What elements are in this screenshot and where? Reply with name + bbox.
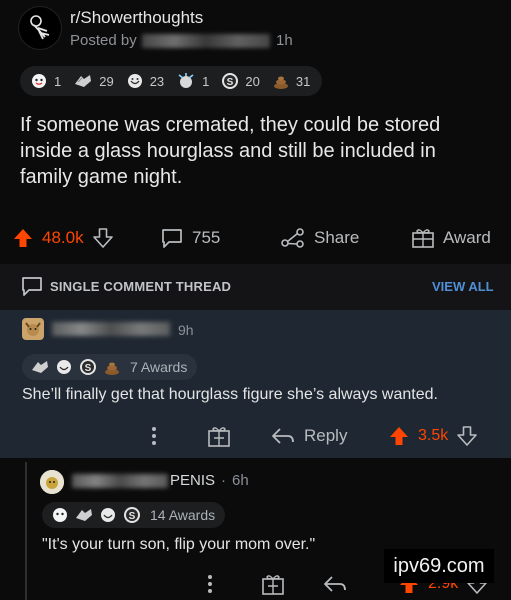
award-button[interactable] bbox=[206, 418, 232, 454]
comment-awards-bar[interactable]: S 7 Awards bbox=[22, 354, 198, 380]
comment-bubble-icon bbox=[162, 229, 182, 248]
award-count: 1 bbox=[54, 73, 62, 89]
poop-icon bbox=[272, 71, 290, 91]
helpful-hands-icon bbox=[73, 71, 93, 91]
award-label: Award bbox=[443, 228, 491, 247]
post-age: 1h bbox=[276, 32, 293, 49]
share-button[interactable]: Share bbox=[280, 220, 359, 256]
post-awards-bar[interactable]: 1 29 23 1 S 20 31 bbox=[20, 66, 322, 96]
wholesome-seal-icon bbox=[50, 505, 70, 525]
share-label: Share bbox=[314, 228, 360, 247]
downvote-arrow-icon[interactable] bbox=[456, 425, 478, 447]
subreddit-avatar[interactable] bbox=[18, 6, 62, 50]
silver-icon: S bbox=[78, 357, 98, 377]
downvote-arrow-icon[interactable] bbox=[92, 227, 114, 249]
comment-meta: PENIS · 6h bbox=[170, 472, 249, 489]
award-count: 31 bbox=[295, 73, 311, 89]
award-count: 1 bbox=[202, 73, 210, 89]
thread-label: SINGLE COMMENT THREAD bbox=[50, 279, 232, 294]
face-award-icon bbox=[98, 505, 118, 525]
post-title[interactable]: If someone was cremated, they could be s… bbox=[20, 112, 490, 190]
comment-body: She’ll finally get that hourglass figure… bbox=[22, 386, 438, 403]
upvote-arrow-icon[interactable] bbox=[12, 227, 34, 249]
more-dots-icon bbox=[208, 575, 212, 593]
more-options-button[interactable] bbox=[150, 418, 158, 454]
reply-arrow-icon bbox=[272, 428, 294, 444]
redacted-username bbox=[52, 322, 170, 336]
awards-count-label: 7 Awards bbox=[130, 359, 188, 375]
upvote-count: 48.0k bbox=[42, 228, 84, 247]
comment-age: 6h bbox=[232, 472, 249, 489]
post-action-bar: 48.0k 755 Share Award bbox=[8, 220, 503, 256]
redacted-username bbox=[72, 474, 168, 488]
avatar[interactable] bbox=[22, 318, 44, 340]
comment-action-bar: Reply 3.5k bbox=[0, 418, 511, 452]
gift-icon bbox=[208, 427, 230, 447]
reply-label: Reply bbox=[304, 426, 348, 445]
watermark: ipv69.com bbox=[384, 549, 494, 583]
starstruck-icon bbox=[176, 71, 196, 91]
comment-age: 9h bbox=[178, 322, 194, 338]
award-button[interactable] bbox=[260, 566, 286, 600]
awards-count-label: 14 Awards bbox=[150, 507, 216, 523]
upvote-arrow-icon[interactable] bbox=[388, 425, 410, 447]
reply-button[interactable]: Reply bbox=[270, 418, 347, 454]
redacted-username bbox=[142, 34, 270, 48]
comments-button[interactable]: 755 bbox=[160, 220, 220, 256]
gift-icon bbox=[412, 229, 434, 248]
comment-body: "It's your turn son, flip your mom over.… bbox=[42, 536, 316, 553]
silver-icon: S bbox=[122, 505, 142, 525]
face-award-icon bbox=[126, 71, 144, 91]
reply-arrow-icon bbox=[324, 576, 346, 592]
gift-icon bbox=[262, 575, 284, 595]
vote-group: 3.5k bbox=[388, 418, 478, 454]
avatar[interactable] bbox=[40, 470, 64, 494]
subreddit-name[interactable]: r/Showerthoughts bbox=[70, 8, 203, 28]
svg-text:S: S bbox=[85, 363, 92, 374]
share-icon bbox=[281, 228, 304, 248]
skeleton-hand-icon bbox=[30, 15, 50, 40]
comment-awards-bar[interactable]: S 14 Awards bbox=[42, 502, 226, 528]
username-suffix[interactable]: PENIS bbox=[170, 472, 215, 489]
silver-icon: S bbox=[221, 71, 239, 91]
award-button[interactable]: Award bbox=[411, 220, 491, 256]
posted-by-label: Posted by bbox=[70, 32, 137, 49]
award-count: 23 bbox=[149, 73, 165, 89]
more-dots-icon bbox=[152, 427, 156, 445]
single-thread-bar: SINGLE COMMENT THREAD VIEW ALL bbox=[0, 264, 511, 310]
award-count: 29 bbox=[99, 73, 114, 89]
award-count: 20 bbox=[245, 73, 260, 89]
more-options-button[interactable] bbox=[206, 566, 214, 600]
helpful-hands-icon bbox=[30, 357, 50, 377]
separator-dot: · bbox=[221, 472, 227, 489]
comment-score: 3.5k bbox=[418, 427, 449, 444]
vote-group: 48.0k bbox=[12, 220, 114, 256]
view-all-link[interactable]: VIEW ALL bbox=[432, 279, 494, 294]
comment-bubble-icon bbox=[22, 277, 42, 296]
svg-text:S: S bbox=[227, 77, 234, 88]
helpful-hands-icon bbox=[74, 505, 94, 525]
comment-count: 755 bbox=[192, 228, 221, 247]
face-award-icon bbox=[54, 357, 74, 377]
wholesome-seal-icon bbox=[30, 71, 48, 91]
poop-icon bbox=[102, 357, 122, 377]
svg-text:S: S bbox=[129, 511, 136, 522]
reply-button[interactable] bbox=[322, 566, 348, 600]
